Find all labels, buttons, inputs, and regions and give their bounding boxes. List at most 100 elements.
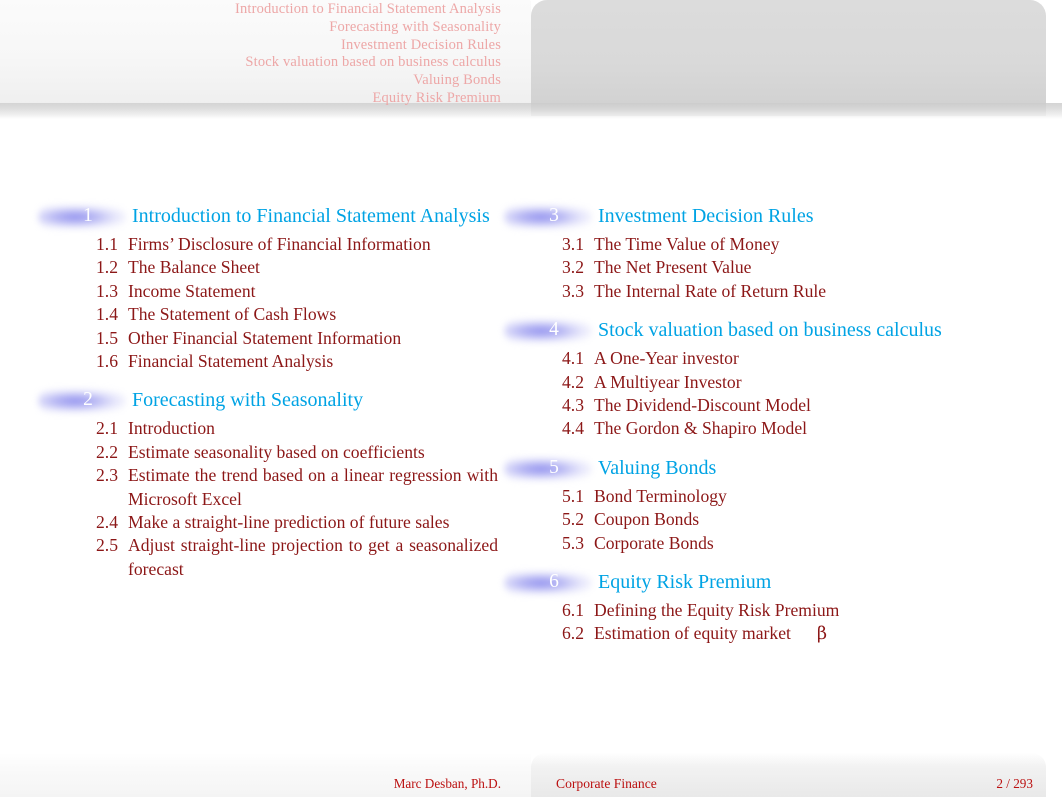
nav-section-link[interactable]: Forecasting with Seasonality xyxy=(0,19,501,37)
toc-subsection-title[interactable]: Estimate the trend based on a linear reg… xyxy=(128,464,498,511)
toc-section-row[interactable]: 5 Valuing Bonds xyxy=(494,452,1014,485)
toc-subsection-row[interactable]: 3.1 The Time Value of Money xyxy=(494,233,1014,256)
toc-subsection-number: 5.2 xyxy=(562,509,584,530)
toc-section-number: 5 xyxy=(549,456,559,478)
toc-subsection-row[interactable]: 2.2 Estimate seasonality based on coeffic… xyxy=(24,441,514,464)
toc-subsection-title[interactable]: Other Financial Statement Information xyxy=(128,327,498,350)
toc-subsection-row[interactable]: 6.2 Estimation of equity market β xyxy=(494,622,1014,646)
toc-subsection-title[interactable]: Corporate Bonds xyxy=(594,532,1014,555)
toc-section-number: 3 xyxy=(549,205,559,226)
toc-subsection-row[interactable]: 4.2 A Multiyear Investor xyxy=(494,371,1014,394)
toc-subsection-title[interactable]: The Time Value of Money xyxy=(594,233,1014,256)
toc-subsection-number: 5.1 xyxy=(562,485,584,506)
toc-subsection-row[interactable]: 2.1 Introduction xyxy=(24,417,514,440)
toc-section-title[interactable]: Valuing Bonds xyxy=(598,453,716,483)
toc-subsection-title[interactable]: Firms’ Disclosure of Financial Informati… xyxy=(128,233,498,256)
toc-subsection-number: 2.3 xyxy=(96,465,118,486)
toc-section-title[interactable]: Stock valuation based on business calcul… xyxy=(598,315,942,345)
toc-section-number: 6 xyxy=(549,571,559,593)
footer-presentation-title: Corporate Finance xyxy=(556,776,657,791)
toc-subsection-number: 3.1 xyxy=(562,234,584,254)
toc-subsection-row[interactable]: 1.4 The Statement of Cash Flows xyxy=(24,303,514,326)
toc-subsection-title[interactable]: The Dividend-Discount Model xyxy=(594,394,1014,417)
toc-subsection-row[interactable]: 4.3 The Dividend-Discount Model xyxy=(494,394,1014,417)
toc-subsection-title[interactable]: Make a straight-line prediction of futur… xyxy=(128,511,498,534)
nav-section-link[interactable]: Equity Risk Premium xyxy=(0,90,501,108)
toc-subsection-number: 1.5 xyxy=(96,327,118,348)
toc-subsection-number: 4.1 xyxy=(562,348,584,369)
toc-section-gap xyxy=(24,581,514,590)
toc-subsection-row[interactable]: 1.5 Other Financial Statement Information xyxy=(24,327,514,350)
toc-subsection-row[interactable]: 2.4 Make a straight-line prediction of fu… xyxy=(24,511,514,534)
toc-subsection-title[interactable]: The Internal Rate of Return Rule xyxy=(594,280,1014,303)
toc-subsection-number: 1.3 xyxy=(96,280,118,301)
toc-subsection-title[interactable]: The Net Present Value xyxy=(594,256,1014,279)
toc-section-gap xyxy=(494,647,1014,656)
toc-subsection-title[interactable]: A One-Year investor xyxy=(594,347,1014,370)
toc-subsection-title[interactable]: Income Statement xyxy=(128,280,498,303)
toc-section-row[interactable]: 3 Investment Decision Rules xyxy=(494,200,1014,233)
toc-subsection-title[interactable]: Introduction xyxy=(128,417,498,440)
nav-section-link[interactable]: Valuing Bonds xyxy=(0,72,501,90)
toc-subsection-title[interactable]: The Statement of Cash Flows xyxy=(128,303,498,326)
toc-subsection-number: 4.4 xyxy=(562,418,584,439)
toc-section-number: 4 xyxy=(549,319,559,341)
toc-subsection-row[interactable]: 4.1 A One-Year investor xyxy=(494,347,1014,370)
toc-subsection-number: 4.3 xyxy=(562,395,584,416)
toc-subsection-row[interactable]: 1.2 The Balance Sheet xyxy=(24,256,514,279)
toc-subsection-title[interactable]: Estimation of equity market β xyxy=(594,622,1014,646)
toc-subsection-title[interactable]: The Gordon & Shapiro Model xyxy=(594,417,1014,440)
toc-subsection-title[interactable]: Adjust straight-line projection to get a… xyxy=(128,534,498,581)
toc-section-row[interactable]: 4 Stock valuation based on business calcu… xyxy=(494,314,1014,347)
nav-section-link[interactable]: Introduction to Financial Statement Anal… xyxy=(0,0,501,19)
toc-subsection-title[interactable]: Estimate seasonality based on coefficien… xyxy=(128,441,498,464)
toc-subsection-number: 1.2 xyxy=(96,257,118,278)
toc-subsection-row[interactable]: 6.1 Defining the Equity Risk Premium xyxy=(494,599,1014,622)
toc-subsection-row[interactable]: 1.3 Income Statement xyxy=(24,280,514,303)
toc-section-title[interactable]: Investment Decision Rules xyxy=(598,201,814,231)
toc-section-title[interactable]: Forecasting with Seasonality xyxy=(132,385,363,415)
toc-subsection-title[interactable]: Coupon Bonds xyxy=(594,508,1014,531)
toc-subsection-row[interactable]: 2.5 Adjust straight-line projection to ge… xyxy=(24,534,514,581)
toc-subsection-title[interactable]: Defining the Equity Risk Premium xyxy=(594,599,1014,622)
toc-subsection-number: 1.1 xyxy=(96,234,118,254)
toc-column-left: 1 Introduction to Financial Statement Ana… xyxy=(24,198,514,590)
toc-section-number: 2 xyxy=(83,389,93,411)
toc-subsection-number: 1.4 xyxy=(96,304,118,325)
toc-subsection-number: 6.2 xyxy=(562,623,584,644)
toc-subsection-row[interactable]: 1.1 Firms’ Disclosure of Financial Inform… xyxy=(24,233,514,256)
toc-subsection-row[interactable]: 1.6 Financial Statement Analysis xyxy=(24,350,514,373)
section-navigation[interactable]: Introduction to Financial Statement Anal… xyxy=(0,0,501,108)
toc-section-row[interactable]: 2 Forecasting with Seasonality xyxy=(24,384,514,417)
toc-subsection-row[interactable]: 5.3 Corporate Bonds xyxy=(494,532,1014,555)
toc-subsection-title[interactable]: Financial Statement Analysis xyxy=(128,350,498,373)
footer-page-number: 2 / 293 xyxy=(996,776,1033,791)
toc-section-gap xyxy=(494,441,1014,450)
footer-author: Marc Desban, Ph.D. xyxy=(393,776,501,791)
toc-section-title[interactable]: Equity Risk Premium xyxy=(598,567,771,597)
toc-subsection-number: 4.2 xyxy=(562,371,584,392)
toc-subsection-title[interactable]: Bond Terminology xyxy=(594,485,1014,508)
toc-section-row[interactable]: 6 Equity Risk Premium xyxy=(494,566,1014,599)
toc-subsection-number: 3.3 xyxy=(562,280,584,301)
toc-subsection-row[interactable]: 3.3 The Internal Rate of Return Rule xyxy=(494,280,1014,303)
header-bottom-bar-right xyxy=(531,103,1046,116)
toc-subsection-number: 2.1 xyxy=(96,418,118,439)
toc-subsection-row[interactable]: 2.3 Estimate the trend based on a linear … xyxy=(24,464,514,511)
toc-section-gap xyxy=(494,555,1014,564)
toc-subsection-row[interactable]: 5.1 Bond Terminology xyxy=(494,485,1014,508)
toc-subsection-number: 1.6 xyxy=(96,351,118,372)
nav-section-link[interactable]: Investment Decision Rules xyxy=(0,37,501,55)
toc-section-row[interactable]: 1 Introduction to Financial Statement Ana… xyxy=(24,200,514,233)
toc-subsection-row[interactable]: 5.2 Coupon Bonds xyxy=(494,508,1014,531)
table-of-contents: 1 Introduction to Financial Statement Ana… xyxy=(0,198,1062,668)
toc-subsection-title[interactable]: A Multiyear Investor xyxy=(594,371,1014,394)
toc-subsection-row[interactable]: 3.2 The Net Present Value xyxy=(494,256,1014,279)
toc-subsection-number: 2.2 xyxy=(96,441,118,462)
toc-subsection-title[interactable]: The Balance Sheet xyxy=(128,256,498,279)
toc-subsection-row[interactable]: 4.4 The Gordon & Shapiro Model xyxy=(494,417,1014,440)
toc-section-title[interactable]: Introduction to Financial Statement Anal… xyxy=(132,201,490,231)
toc-subsection-number: 6.1 xyxy=(562,600,584,621)
nav-section-link[interactable]: Stock valuation based on business calcul… xyxy=(0,54,501,72)
toc-subsection-number: 5.3 xyxy=(562,532,584,553)
